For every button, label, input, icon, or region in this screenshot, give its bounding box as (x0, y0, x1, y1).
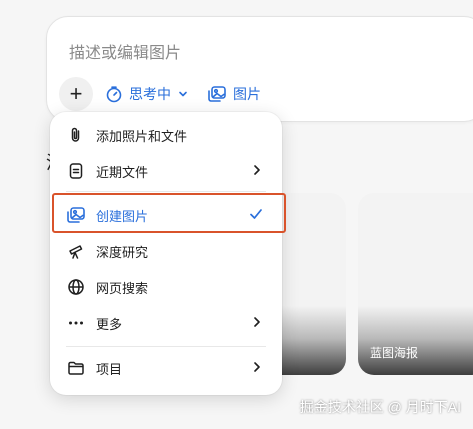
telescope-icon (66, 241, 86, 261)
menu-item-label: 网页搜索 (96, 280, 149, 296)
file-icon (66, 161, 86, 181)
menu-item-more[interactable]: 更多 (58, 306, 274, 340)
menu-divider (66, 346, 266, 347)
template-card-blueprint-poster[interactable]: 蓝图海报 (358, 193, 473, 375)
template-card-label: 蓝图海报 (370, 346, 419, 360)
chevron-right-icon (250, 315, 264, 332)
more-icon (66, 313, 86, 333)
prompt-input[interactable]: 描述或编辑图片 (69, 39, 181, 63)
thinking-mode-label: 思考中 (129, 86, 171, 102)
app-stage: 泳 蓝图海报 描述或编辑图片 + 思考中 (0, 0, 473, 429)
menu-item-web-search[interactable]: 网页搜索 (58, 270, 274, 304)
thinking-mode-button[interactable]: 思考中 (105, 84, 189, 104)
menu-item-label: 项目 (96, 361, 123, 377)
folder-icon (66, 358, 86, 378)
menu-item-add-photos-files[interactable]: 添加照片和文件 (58, 118, 274, 152)
menu-item-label: 近期文件 (96, 164, 149, 180)
chevron-down-icon (177, 88, 189, 100)
menu-item-deep-research[interactable]: 深度研究 (58, 234, 274, 268)
globe-icon (66, 277, 86, 297)
menu-item-label: 添加照片和文件 (96, 128, 188, 144)
menu-item-recent-files[interactable]: 近期文件 (58, 154, 274, 188)
composer-toolbar: + 思考中 图片 (59, 77, 261, 111)
plus-icon: + (69, 81, 83, 106)
timer-icon (105, 85, 123, 103)
menu-item-label: 更多 (96, 316, 123, 332)
highlight-outline (52, 193, 286, 233)
chevron-right-icon (250, 360, 264, 377)
watermark: 掘金技术社区 @ 月时下AI (299, 399, 461, 415)
menu-item-label: 深度研究 (96, 244, 149, 260)
image-tool-label: 图片 (233, 86, 261, 102)
image-tool-chip[interactable]: 图片 (207, 84, 261, 104)
menu-item-projects[interactable]: 项目 (58, 351, 274, 385)
paperclip-icon (66, 125, 86, 145)
prompt-composer: 描述或编辑图片 + 思考中 图片 (46, 16, 473, 122)
attach-menu: 添加照片和文件 近期文件 创建图片 深度研究 网页搜索 更多 项目 (50, 112, 282, 395)
menu-divider (66, 191, 266, 192)
chevron-right-icon (250, 163, 264, 180)
add-button[interactable]: + (59, 77, 93, 111)
image-icon (207, 85, 227, 103)
